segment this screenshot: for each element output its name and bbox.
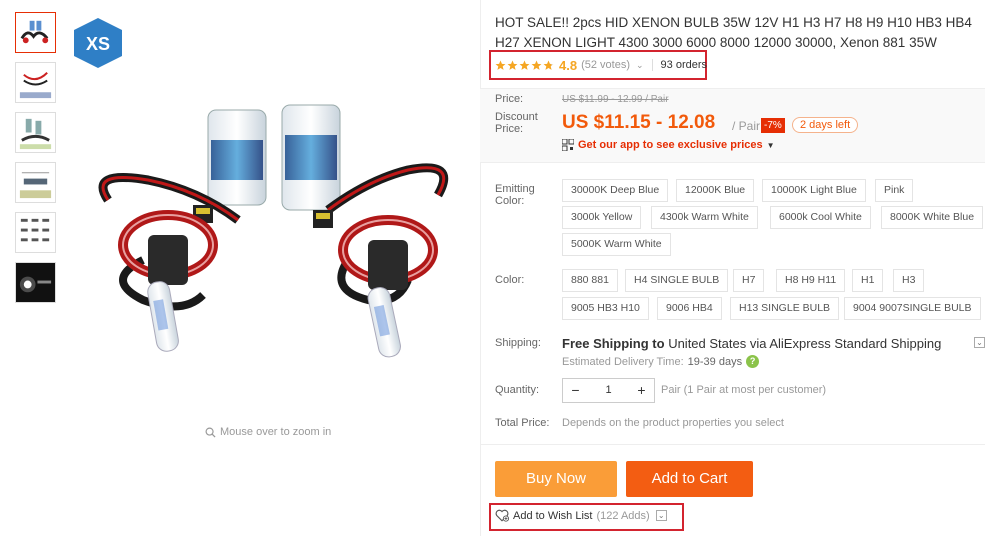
original-price: US $11.99 - 12.99 / Pair (562, 94, 669, 105)
emitting-color-option[interactable]: 3000k Yellow (562, 206, 642, 229)
buy-now-button[interactable]: Buy Now (495, 461, 617, 497)
color-option[interactable]: 880 881 (562, 269, 618, 292)
emitting-color-option[interactable]: 10000K Light Blue (762, 179, 866, 202)
delivery-days: 19-39 days (687, 355, 743, 368)
thumbnail-3[interactable] (15, 112, 56, 153)
emitting-color-label: Emitting Color: (495, 183, 535, 207)
star-icon (507, 60, 518, 70)
brand-logo-text: XS (86, 34, 110, 54)
current-price: US $11.15 - 12.08 (562, 112, 716, 133)
price-label: Price: (495, 93, 524, 105)
color-label: Color: (495, 274, 525, 286)
rating-stars (495, 60, 554, 71)
shipping-dropdown-icon[interactable]: ⌄ (974, 337, 985, 348)
pane-divider (480, 0, 481, 536)
quantity-input[interactable]: 1 (588, 379, 629, 402)
emitting-color-option[interactable]: 6000k Cool White (770, 206, 871, 229)
chevron-down-icon[interactable]: ⌄ (655, 510, 667, 521)
total-price-label: Total Price: (495, 417, 550, 429)
thumbnail-1[interactable] (15, 12, 56, 53)
star-icon (543, 60, 554, 70)
magnifier-icon (205, 427, 216, 438)
chevron-down-icon[interactable]: ⌄ (636, 60, 644, 71)
color-option[interactable]: 9005 HB3 H10 (562, 297, 649, 320)
color-option[interactable]: H3 (893, 269, 925, 292)
discount-badge: -7% (761, 118, 785, 133)
color-option[interactable]: H7 (733, 269, 765, 292)
votes-link[interactable]: (52 votes) (581, 59, 630, 71)
thumbnail-list (15, 12, 57, 312)
delivery-label: Estimated Delivery Time: (562, 355, 684, 368)
quantity-label: Quantity: (495, 384, 540, 396)
caret-down-icon: ▼ (766, 140, 775, 150)
add-to-cart-button[interactable]: Add to Cart (626, 461, 753, 497)
emitting-color-option[interactable]: Pink (875, 179, 914, 202)
product-title: HOT SALE!! 2pcs HID XENON BULB 35W 12V H… (495, 15, 972, 50)
shipping-label: Shipping: (495, 337, 541, 349)
color-option[interactable]: 9006 HB4 (657, 297, 722, 320)
help-icon[interactable]: ? (746, 355, 760, 368)
star-icon (531, 60, 542, 70)
star-icon (495, 60, 506, 70)
emitting-color-option[interactable]: 12000K Blue (676, 179, 755, 202)
star-icon (519, 60, 530, 70)
color-option[interactable]: H13 SINGLE BULB (730, 297, 840, 320)
total-price-note: Depends on the product properties you se… (562, 417, 784, 429)
rating-value: 4.8 (559, 57, 578, 73)
quantity-increase-button[interactable]: + (629, 379, 654, 402)
brand-logo: XS (74, 18, 122, 68)
wish-list-label: Add to Wish List (513, 509, 593, 522)
color-option[interactable]: 9004 9007SINGLE BULB (844, 297, 981, 320)
zoom-hint: Mouse over to zoom in (205, 426, 331, 438)
quantity-stepper: − 1 + (562, 378, 655, 403)
thumbnail-2[interactable] (15, 62, 56, 103)
color-option[interactable]: H8 H9 H11 (776, 269, 846, 292)
add-to-wish-list-link[interactable]: Add to Wish List (122 Adds) ⌄ (495, 509, 667, 522)
price-unit: / Pair (732, 119, 761, 133)
color-option[interactable]: H1 (852, 269, 884, 292)
thumbnail-4[interactable] (15, 162, 56, 203)
delivery-estimate: Estimated Delivery Time: 19-39 days ? (562, 355, 760, 368)
rating-row: 4.8 (52 votes) ⌄ 93 orders (495, 56, 707, 74)
days-left-badge: 2 days left (792, 117, 859, 133)
qr-code-icon (562, 139, 574, 151)
color-option[interactable]: H4 SINGLE BULB (625, 269, 729, 292)
heart-icon (495, 509, 509, 522)
product-main-image[interactable]: XS (68, 10, 478, 420)
emitting-color-option[interactable]: 30000K Deep Blue (562, 179, 669, 202)
app-promo-text: Get our app to see exclusive prices (578, 139, 763, 151)
free-shipping-text: Free Shipping to (562, 336, 665, 351)
quantity-note: Pair (1 Pair at most per customer) (661, 384, 827, 396)
thumbnail-6[interactable] (15, 262, 56, 303)
wish-list-count: (122 Adds) (596, 509, 650, 522)
zoom-hint-text: Mouse over to zoom in (220, 426, 332, 438)
app-promo-link[interactable]: Get our app to see exclusive prices ▼ (562, 139, 775, 151)
quantity-decrease-button[interactable]: − (563, 379, 588, 402)
shipping-destination: United States via AliExpress Standard Sh… (668, 336, 942, 351)
orders-count: 93 orders (660, 59, 708, 71)
thumbnail-5[interactable] (15, 212, 56, 253)
emitting-color-option[interactable]: 8000K White Blue (881, 206, 984, 229)
shipping-method[interactable]: Free Shipping to United States via AliEx… (562, 336, 941, 351)
emitting-color-option[interactable]: 5000K Warm White (562, 233, 671, 256)
emitting-color-option[interactable]: 4300k Warm White (651, 206, 758, 229)
divider (480, 444, 985, 445)
discount-price-label: Discount Price: (495, 111, 538, 135)
divider (651, 59, 653, 71)
